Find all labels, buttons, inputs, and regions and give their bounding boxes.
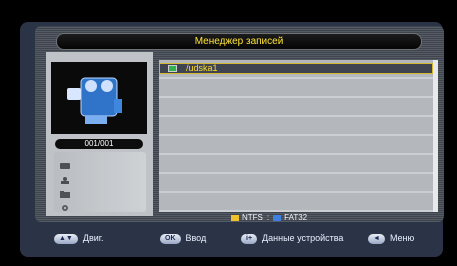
file-list[interactable] (159, 60, 433, 212)
folder-icon (60, 185, 70, 198)
info-label: Данные устройства (262, 233, 344, 243)
device-info-hint[interactable]: i+ Данные устройства (241, 233, 343, 244)
menu-label: Меню (389, 233, 415, 243)
ntfs-label: NTFS (242, 213, 263, 222)
settings-icon (60, 199, 70, 211)
side-icon-box (54, 152, 146, 212)
file-counter: 001/001 (55, 139, 143, 149)
filesystem-legend: NTFS: FAT32 (231, 213, 307, 223)
menu-hint[interactable]: ◄ Меню (368, 233, 414, 244)
camera-preview (51, 62, 147, 134)
video-camera-icon (51, 62, 147, 134)
nav-key: ▲▼ (54, 233, 78, 244)
footer-bar: ▲▼ Двиг. OK Ввод i+ Данные устройства ◄ Меню (35, 227, 444, 254)
list-item-label: /udska1 (186, 63, 218, 73)
user-icon (60, 171, 70, 184)
fat32-label: FAT32 (284, 213, 308, 222)
scrollbar-thumb[interactable] (433, 60, 438, 212)
page-title: Менеджер записей (56, 33, 422, 50)
ok-key: OK (160, 233, 181, 244)
nav-label: Двиг. (82, 233, 104, 243)
fat32-swatch (273, 214, 282, 221)
ok-label: Ввод (185, 233, 207, 243)
ok-hint[interactable]: OK Ввод (160, 233, 206, 244)
ntfs-swatch (231, 214, 239, 221)
menu-key: ◄ (368, 233, 385, 244)
hdd-icon (60, 157, 70, 169)
nav-hint[interactable]: ▲▼ Двиг. (54, 233, 103, 244)
info-key: i+ (241, 233, 258, 244)
folder-icon (168, 65, 177, 72)
